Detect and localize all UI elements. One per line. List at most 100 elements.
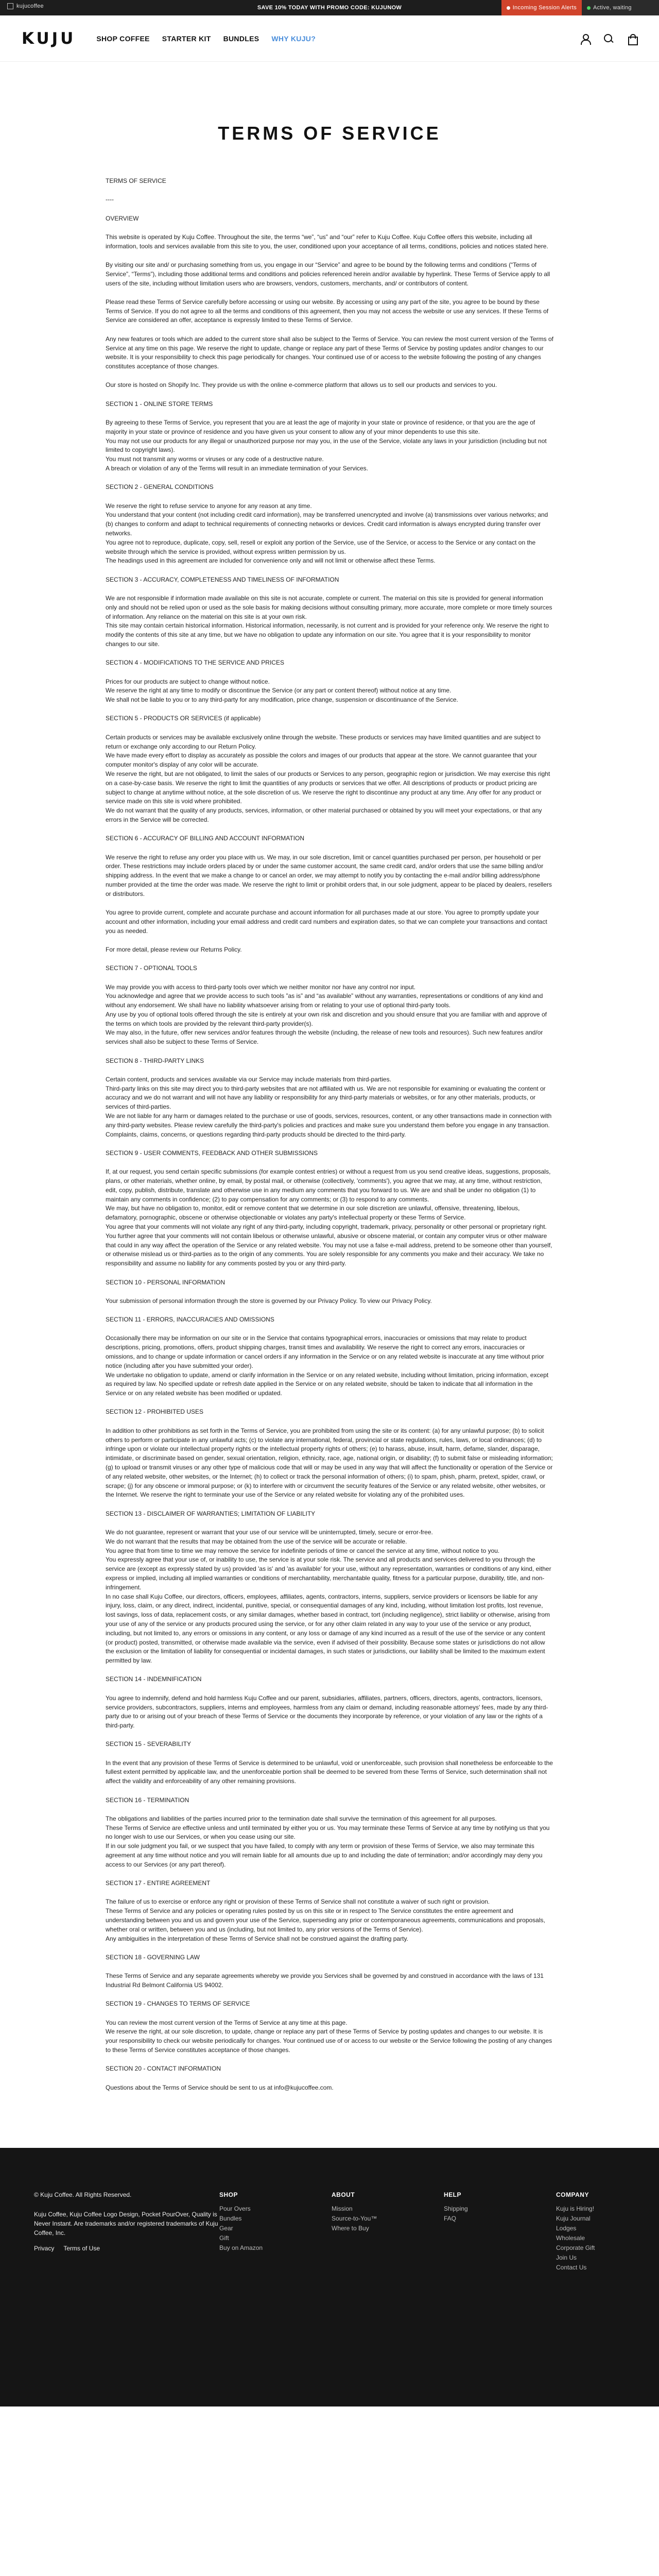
section-heading: SECTION 14 - INDEMNIFICATION — [106, 1675, 202, 1683]
tab-brand-label: kujucoffee — [16, 3, 44, 9]
section-heading: SECTION 9 - USER COMMENTS, FEEDBACK AND … — [106, 1149, 318, 1157]
terms-paragraph: Our store is hosted on Shopify Inc. They… — [106, 381, 497, 389]
terms-paragraph: The failure of us to exercise or enforce… — [106, 1898, 545, 1942]
section-heading: SECTION 1 - ONLINE STORE TERMS — [106, 400, 213, 408]
footer-column-help: HELP Shipping FAQ — [444, 2190, 556, 2406]
cart-icon[interactable] — [627, 33, 638, 45]
footer-link[interactable]: Buy on Amazon — [219, 2243, 332, 2253]
site-header: KUJU SHOP COFFEE STARTER KIT BUNDLES WHY… — [0, 15, 659, 62]
header-icons — [580, 33, 638, 45]
terms-paragraph: We are not responsible if information ma… — [106, 595, 552, 648]
section-heading: SECTION 6 - ACCURACY OF BILLING AND ACCO… — [106, 835, 305, 842]
section-heading: SECTION 5 - PRODUCTS OR SERVICES (if app… — [106, 715, 261, 722]
session-alerts-badge[interactable]: Incoming Session Alerts — [501, 0, 582, 15]
section-heading: SECTION 7 - OPTIONAL TOOLS — [106, 964, 197, 972]
footer-column-heading: ABOUT — [332, 2191, 355, 2199]
section-heading: SECTION 13 - DISCLAIMER OF WARRANTIES; L… — [106, 1510, 316, 1517]
nav-shop-coffee[interactable]: SHOP COFFEE — [96, 35, 149, 43]
section-heading: SECTION 16 - TERMINATION — [106, 1796, 189, 1804]
alert-dot-icon — [506, 6, 510, 10]
section-heading: SECTION 11 - ERRORS, INACCURACIES AND OM… — [106, 1316, 274, 1324]
section-heading: ---- — [106, 196, 114, 204]
session-alerts-label: Incoming Session Alerts — [512, 5, 577, 11]
footer-link[interactable]: Pour Overs — [219, 2204, 332, 2214]
terms-paragraph: By visiting our site and/ or purchasing … — [106, 261, 550, 287]
section-heading: SECTION 4 - MODIFICATIONS TO THE SERVICE… — [106, 659, 284, 667]
terms-paragraph: In the event that any provision of these… — [106, 1759, 553, 1785]
footer-link[interactable]: Source-to-You™ — [332, 2214, 444, 2224]
terms-link[interactable]: Terms of Use — [63, 2244, 100, 2253]
footer-column-company: COMPANY Kuju is Hiring! Kuju Journal Lodges… — [556, 2190, 595, 2406]
footer-columns: SHOP Pour Overs Bundles Gear Gift Buy on Amaz… — [219, 2190, 595, 2406]
footer-link[interactable]: Corporate Gift — [556, 2243, 595, 2253]
terms-paragraph: Occasionally there may be information on… — [106, 1334, 549, 1397]
footer-link[interactable]: Kuju Journal — [556, 2214, 595, 2224]
active-status-label: Active, waiting — [593, 5, 632, 11]
terms-paragraph: The obligations and liabilities of the p… — [106, 1815, 550, 1868]
terms-paragraph: We may provide you with access to third-… — [106, 983, 547, 1046]
section-heading: TERMS OF SERVICE — [106, 177, 166, 184]
section-heading: SECTION 15 - SEVERABILITY — [106, 1740, 192, 1748]
terms-paragraph: Certain products or services may be avai… — [106, 733, 550, 823]
footer-copyright: © Kuju Coffee. All Rights Reserved. — [34, 2191, 132, 2199]
terms-paragraph: In addition to other prohibitions as set… — [106, 1427, 553, 1499]
section-heading: SECTION 17 - ENTIRE AGREEMENT — [106, 1879, 211, 1887]
nav-bundles[interactable]: BUNDLES — [223, 35, 259, 43]
active-status-badge[interactable]: Active, waiting — [582, 0, 659, 15]
footer-link[interactable]: Gift — [219, 2233, 332, 2243]
nav-starter-kit[interactable]: STARTER KIT — [162, 35, 211, 43]
terms-paragraph: You agree to provide current, complete a… — [106, 909, 547, 935]
footer-column-about: ABOUT Mission Source-to-You™ Where to Buy — [332, 2190, 444, 2406]
terms-paragraph: We reserve the right to refuse any order… — [106, 853, 552, 897]
footer-link[interactable]: Shipping — [444, 2204, 556, 2214]
section-heading: SECTION 3 - ACCURACY, COMPLETENESS AND T… — [106, 575, 339, 583]
section-heading: SECTION 2 - GENERAL CONDITIONS — [106, 483, 214, 491]
nav-why-kuju[interactable]: WHY KUJU? — [271, 35, 316, 43]
privacy-link[interactable]: Privacy — [34, 2244, 54, 2253]
footer-trademark: Kuju Coffee, Kuju Coffee Logo Design, Po… — [34, 2211, 218, 2237]
footer-link[interactable]: Wholesale — [556, 2233, 595, 2243]
tab-brand[interactable]: kujucoffee — [7, 3, 44, 9]
status-dot-icon — [587, 6, 591, 10]
footer-legal-links: Privacy Terms of Use — [34, 2244, 219, 2253]
footer-link[interactable]: Mission — [332, 2204, 444, 2214]
section-heading: SECTION 8 - THIRD-PARTY LINKS — [106, 1057, 204, 1064]
section-heading: OVERVIEW — [106, 214, 139, 222]
site-footer: © Kuju Coffee. All Rights Reserved. Kuju… — [0, 2148, 659, 2407]
footer-link[interactable]: Lodges — [556, 2224, 595, 2233]
terms-paragraph: We reserve the right to refuse service t… — [106, 502, 548, 565]
terms-paragraph: Your submission of personal information … — [106, 1297, 432, 1304]
search-icon[interactable] — [603, 33, 614, 44]
account-icon[interactable] — [580, 33, 591, 45]
terms-paragraph: This website is operated by Kuju Coffee.… — [106, 233, 548, 250]
terms-document: TERMS OF SERVICE ---- OVERVIEW This website… — [106, 177, 553, 2092]
promo-text: SAVE 10% TODAY WITH PROMO CODE: KUJUNOW — [257, 5, 402, 11]
site-logo[interactable]: KUJU — [22, 29, 76, 48]
terms-paragraph: For more detail, please review our Retur… — [106, 945, 242, 953]
footer-link[interactable]: Kuju is Hiring! — [556, 2204, 595, 2214]
footer-link[interactable]: FAQ — [444, 2214, 556, 2224]
footer-link[interactable]: Join Us — [556, 2253, 595, 2263]
section-heading: SECTION 20 - CONTACT INFORMATION — [106, 2065, 221, 2073]
terms-paragraph: Please read these Terms of Service caref… — [106, 298, 549, 324]
terms-paragraph: Prices for our products are subject to c… — [106, 677, 458, 704]
terms-paragraph: Any new features or tools which are adde… — [106, 335, 554, 370]
main-nav: SHOP COFFEE STARTER KIT BUNDLES WHY KUJU… — [96, 35, 316, 43]
footer-column-shop: SHOP Pour Overs Bundles Gear Gift Buy on Amaz… — [219, 2190, 332, 2406]
footer-link[interactable]: Gear — [219, 2224, 332, 2233]
footer-legal: © Kuju Coffee. All Rights Reserved. Kuju… — [34, 2190, 219, 2406]
main-content: TERMS OF SERVICE TERMS OF SERVICE ---- OVE… — [0, 123, 659, 2092]
terms-paragraph: You agree to indemnify, defend and hold … — [106, 1694, 548, 1730]
footer-column-heading: SHOP — [219, 2191, 238, 2199]
terms-paragraph: Certain content, products and services a… — [106, 1075, 552, 1138]
footer-link[interactable]: Contact Us — [556, 2263, 595, 2273]
section-heading: SECTION 19 - CHANGES TO TERMS OF SERVICE — [106, 2000, 250, 2008]
footer-column-heading: COMPANY — [556, 2191, 589, 2199]
terms-paragraph: By agreeing to these Terms of Service, y… — [106, 419, 547, 472]
footer-link[interactable]: Bundles — [219, 2214, 332, 2224]
footer-column-heading: HELP — [444, 2191, 462, 2199]
footer-link[interactable]: Where to Buy — [332, 2224, 444, 2233]
terms-paragraph: If, at our request, you send certain spe… — [106, 1168, 552, 1267]
section-heading: SECTION 12 - PROHIBITED USES — [106, 1408, 204, 1416]
terms-paragraph: You can review the most current version … — [106, 2019, 552, 2054]
